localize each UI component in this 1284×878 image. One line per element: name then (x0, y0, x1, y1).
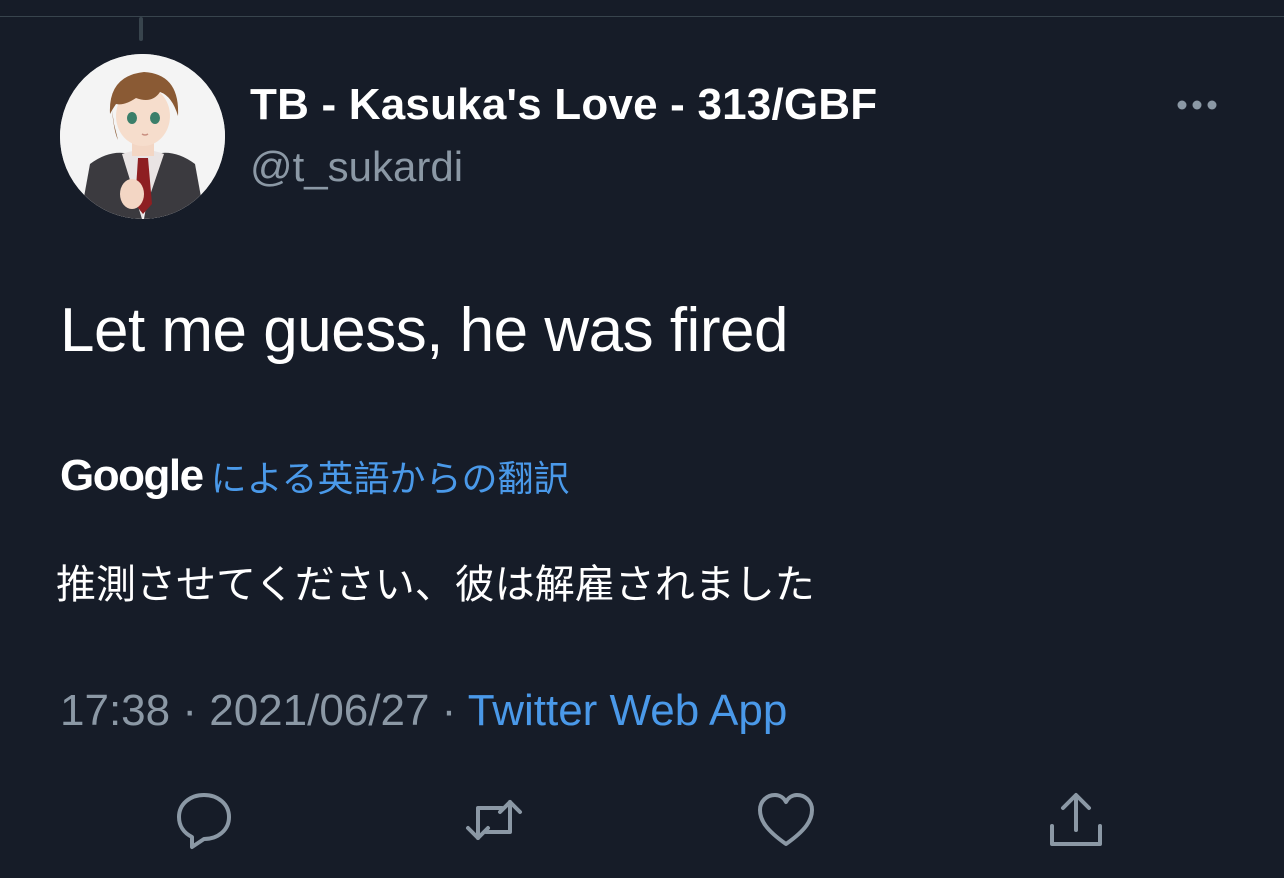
more-horizontal-icon[interactable] (1172, 90, 1222, 120)
tweet-time[interactable]: 17:38 (60, 686, 170, 735)
tweet-date[interactable]: 2021/06/27 (209, 686, 429, 735)
tweet-text: Let me guess, he was fired (60, 296, 788, 365)
reply-icon (177, 793, 231, 849)
tweet-detail: TB - Kasuka's Love - 313/GBF @t_sukardi … (0, 0, 1284, 878)
retweet-button[interactable] (464, 790, 524, 850)
translation-attribution: Google による英語からの翻訳 (60, 448, 569, 504)
share-icon (1050, 793, 1102, 846)
retweet-icon (466, 800, 522, 840)
author-handle[interactable]: @t_sukardi (250, 143, 463, 191)
reply-button[interactable] (174, 790, 234, 850)
top-divider (0, 16, 1284, 17)
author-display-name[interactable]: TB - Kasuka's Love - 313/GBF (250, 80, 877, 130)
share-button[interactable] (1046, 790, 1106, 850)
google-logo: Google (60, 451, 204, 500)
avatar[interactable] (60, 54, 225, 219)
meta-separator: · (429, 686, 468, 735)
thread-connector-line (139, 17, 143, 41)
avatar-illustration (60, 54, 225, 219)
meta-separator: · (170, 686, 210, 735)
heart-icon (758, 793, 814, 846)
tweet-actions-bar (0, 790, 1284, 850)
translated-tweet-text: 推測させてください、彼は解雇されました (56, 562, 815, 608)
like-button[interactable] (756, 790, 816, 850)
tweet-metadata: 17:38 · 2021/06/27 · Twitter Web App (60, 686, 787, 736)
translation-link[interactable]: による英語からの翻訳 (211, 450, 570, 502)
tweet-source-link[interactable]: Twitter Web App (468, 686, 788, 735)
